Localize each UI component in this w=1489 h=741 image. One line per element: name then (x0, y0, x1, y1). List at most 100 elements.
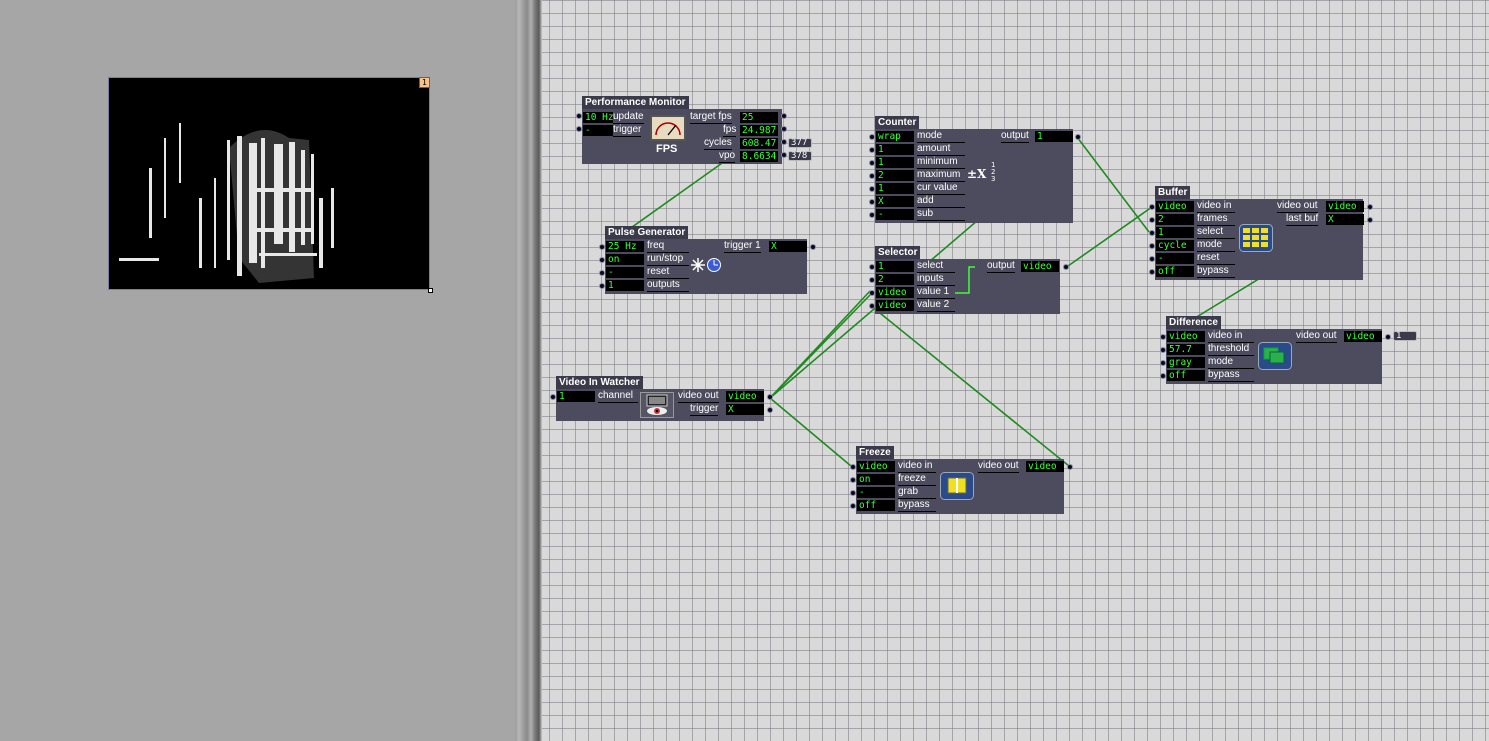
actor-title[interactable]: Difference (1166, 316, 1221, 329)
input-port[interactable] (599, 257, 605, 263)
actor-title[interactable]: Performance Monitor (582, 96, 689, 109)
reset-value[interactable]: - (606, 267, 644, 278)
video-in-value[interactable]: video (1156, 201, 1194, 212)
actor-pulse-generator[interactable]: Pulse Generator 25 Hz freq on run/stop -… (599, 226, 820, 294)
input-port[interactable] (869, 199, 875, 205)
output-port[interactable] (1367, 217, 1373, 223)
actor-difference[interactable]: Difference video video in 57.7 threshold… (1160, 316, 1418, 384)
output-port[interactable] (1075, 134, 1081, 140)
update-value[interactable]: 10 Hz (583, 112, 613, 123)
channel-value[interactable]: 1 (557, 391, 595, 402)
output-port[interactable] (1063, 264, 1069, 270)
bypass-value[interactable]: off (1167, 370, 1205, 381)
frames-value[interactable]: 2 (1156, 214, 1194, 225)
grab-value[interactable]: - (857, 487, 895, 498)
bypass-value[interactable]: off (1156, 266, 1194, 277)
actor-freeze[interactable]: Freeze video video in on freeze - grab o… (850, 446, 1076, 514)
output-port[interactable] (767, 394, 773, 400)
input-port[interactable] (869, 277, 875, 283)
input-port[interactable] (869, 264, 875, 270)
output-port[interactable] (781, 139, 787, 145)
update-label: update (613, 111, 644, 124)
output-port[interactable] (767, 407, 773, 413)
inputs-value[interactable]: 2 (876, 274, 914, 285)
input-port[interactable] (1149, 230, 1155, 236)
input-port[interactable] (869, 186, 875, 192)
input-port[interactable] (850, 503, 856, 509)
stage-video-preview[interactable] (108, 77, 430, 290)
freq-value[interactable]: 25 Hz (606, 241, 644, 252)
select-value[interactable]: 1 (876, 261, 914, 272)
actor-video-in-watcher[interactable]: Video In Watcher 1 channel video out vid… (550, 376, 776, 422)
sub-value[interactable]: - (876, 209, 914, 220)
output-port[interactable] (781, 113, 787, 119)
input-port[interactable] (576, 126, 582, 132)
input-port[interactable] (1160, 373, 1166, 379)
mode-value[interactable]: wrap (876, 131, 914, 142)
input-port[interactable] (850, 464, 856, 470)
output-port[interactable] (1385, 334, 1391, 340)
input-port[interactable] (850, 490, 856, 496)
output-port[interactable] (1067, 464, 1073, 470)
output-port[interactable] (781, 126, 787, 132)
output-value: 1 (1035, 131, 1073, 142)
input-port[interactable] (576, 113, 582, 119)
actor-buffer[interactable]: Buffer video video in 2 frames 1 select … (1149, 186, 1377, 281)
actor-title[interactable]: Buffer (1155, 186, 1191, 199)
input-port[interactable] (869, 147, 875, 153)
actor-title[interactable]: Pulse Generator (605, 226, 689, 239)
input-port[interactable] (1160, 360, 1166, 366)
actor-title[interactable]: Freeze (856, 446, 894, 459)
trigger-value[interactable]: - (583, 125, 613, 136)
input-port[interactable] (869, 290, 875, 296)
input-port[interactable] (1160, 347, 1166, 353)
bypass-value[interactable]: off (857, 500, 895, 511)
input-port[interactable] (869, 160, 875, 166)
stage-resize-handle[interactable] (428, 288, 433, 293)
input-port[interactable] (599, 244, 605, 250)
input-port[interactable] (1149, 204, 1155, 210)
video-in-value[interactable]: video (1167, 331, 1205, 342)
value-2-value[interactable]: video (876, 300, 914, 311)
freeze-value[interactable]: on (857, 474, 895, 485)
select-value[interactable]: 1 (1156, 227, 1194, 238)
input-port[interactable] (1149, 217, 1155, 223)
maximum-value[interactable]: 2 (876, 170, 914, 181)
output-port[interactable] (810, 244, 816, 250)
input-port[interactable] (1160, 334, 1166, 340)
reset-value[interactable]: - (1156, 253, 1194, 264)
actor-title[interactable]: Selector (875, 246, 921, 259)
mode-value[interactable]: gray (1167, 357, 1205, 368)
output-port[interactable] (781, 152, 787, 158)
amount-value[interactable]: 1 (876, 144, 914, 155)
splitter-bar[interactable] (515, 0, 542, 741)
outputs-value[interactable]: 1 (606, 280, 644, 291)
input-port[interactable] (850, 477, 856, 483)
actor-title[interactable]: Video In Watcher (556, 376, 643, 389)
actor-counter[interactable]: Counter wrap mode 1 amount 1 minimum 2 m… (869, 116, 1085, 224)
input-port[interactable] (869, 303, 875, 309)
actor-selector[interactable]: Selector 1 select 2 inputs video value 1… (869, 246, 1075, 314)
input-port[interactable] (1149, 269, 1155, 275)
fps-label: fps (723, 124, 737, 137)
value-1-value[interactable]: video (876, 287, 914, 298)
mode-value[interactable]: cycle (1156, 240, 1194, 251)
output-port[interactable] (1367, 204, 1373, 210)
video-in-value[interactable]: video (857, 461, 895, 472)
input-port[interactable] (869, 173, 875, 179)
minimum-value[interactable]: 1 (876, 157, 914, 168)
actor-title[interactable]: Counter (875, 116, 920, 129)
input-port[interactable] (1149, 243, 1155, 249)
add-value[interactable]: X (876, 196, 914, 207)
run-stop-value[interactable]: on (606, 254, 644, 265)
input-port[interactable] (599, 283, 605, 289)
threshold-value[interactable]: 57.7 (1167, 344, 1205, 355)
actor-performance-monitor[interactable]: Performance Monitor 10 Hz update - trigg… (576, 96, 812, 164)
input-port[interactable] (869, 212, 875, 218)
cur-value-value[interactable]: 1 (876, 183, 914, 194)
value-1-label: value 1 (917, 286, 955, 299)
input-port[interactable] (869, 134, 875, 140)
input-port[interactable] (1149, 256, 1155, 262)
input-port[interactable] (550, 394, 556, 400)
input-port[interactable] (599, 270, 605, 276)
